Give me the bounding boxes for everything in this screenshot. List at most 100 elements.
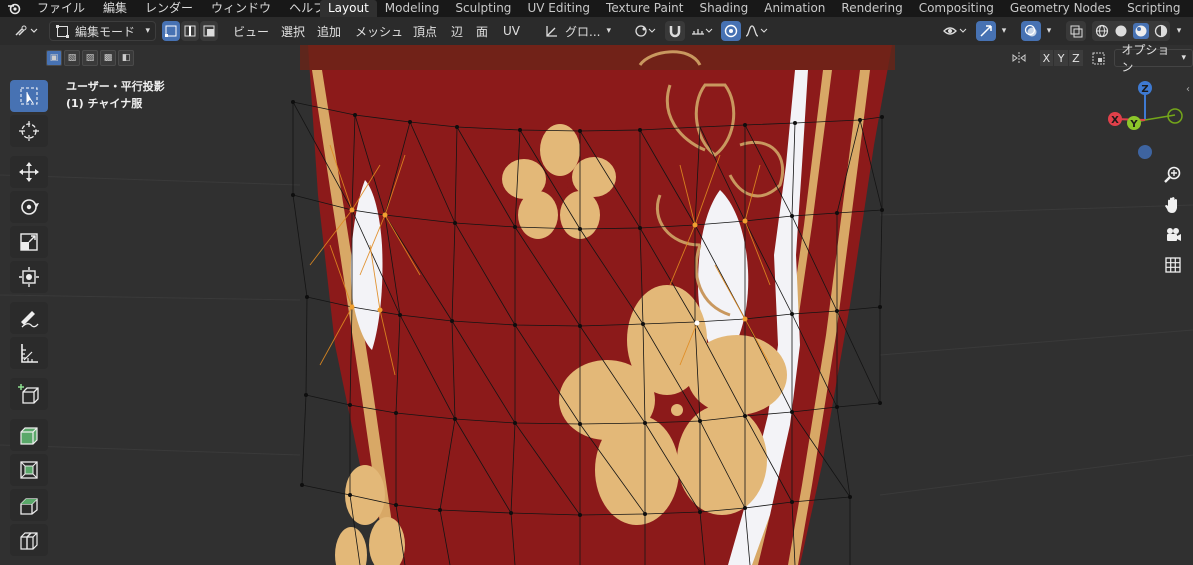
topology-mirror-icon[interactable]	[1090, 49, 1107, 67]
inset-tool[interactable]	[10, 454, 48, 486]
tab-sculpting[interactable]: Sculpting	[447, 0, 519, 17]
tab-geometry-nodes[interactable]: Geometry Nodes	[1002, 0, 1119, 17]
menu-vertex[interactable]: 頂点	[413, 21, 437, 41]
select-invert-icon[interactable]: ▩	[100, 50, 116, 66]
face-select-icon	[203, 25, 215, 37]
menu-edit[interactable]: 編集	[94, 0, 136, 17]
xray-toggle-button[interactable]	[1066, 21, 1086, 41]
pan-button[interactable]	[1160, 192, 1186, 218]
add-cube-tool[interactable]	[10, 378, 48, 410]
mirror-y-toggle[interactable]: Y	[1054, 50, 1069, 66]
bevel-icon	[20, 498, 38, 515]
menu-face[interactable]: 面	[476, 21, 488, 41]
mirror-z-toggle[interactable]: Z	[1069, 50, 1083, 66]
mirror-icon	[1011, 49, 1028, 67]
measure-tool[interactable]	[10, 337, 48, 369]
navigation-gizmo[interactable]: X Z Y	[1103, 77, 1188, 162]
rotate-tool[interactable]	[10, 191, 48, 223]
orientation-label: グロ...	[565, 24, 601, 39]
3d-viewport[interactable]: ユーザー・平行投影 (1) チャイナ服	[0, 45, 1193, 565]
zoom-icon	[1164, 166, 1181, 183]
sidebar-toggle-icon[interactable]: ‹	[1186, 84, 1190, 95]
edge-select-button[interactable]	[181, 21, 199, 41]
inset-icon	[20, 461, 38, 479]
ortho-toggle-button[interactable]	[1160, 252, 1186, 278]
menu-window[interactable]: ウィンドウ	[202, 0, 280, 17]
shading-dropdown[interactable]: ▾	[1172, 21, 1186, 41]
overlay-toggle-button[interactable]	[1021, 21, 1041, 41]
selection-mode-row: ▣ ▧ ▨ ▩ ◧	[46, 48, 136, 68]
tab-scripting[interactable]: Scripting	[1119, 0, 1188, 17]
chevron-down-icon: ▾	[1176, 26, 1182, 36]
negative-z-axis-handle[interactable]	[1138, 145, 1152, 159]
tab-shading[interactable]: Shading	[691, 0, 756, 17]
viewport-info: ユーザー・平行投影 (1) チャイナ服	[66, 78, 165, 112]
wireframe-shading-icon[interactable]	[1095, 24, 1109, 38]
select-new-icon[interactable]: ▣	[46, 50, 62, 66]
menu-render[interactable]: レンダー	[136, 0, 202, 17]
loop-cut-tool[interactable]	[10, 524, 48, 556]
snap-toggle-button[interactable]	[665, 21, 685, 41]
pivot-point-button[interactable]	[630, 21, 660, 41]
zoom-button[interactable]	[1160, 162, 1186, 188]
camera-view-button[interactable]	[1160, 222, 1186, 248]
menu-uv[interactable]: UV	[503, 21, 520, 41]
menu-file[interactable]: ファイル	[28, 0, 94, 17]
select-subtract-icon[interactable]: ▨	[82, 50, 98, 66]
menu-add[interactable]: 追加	[317, 21, 341, 41]
vertex-select-button[interactable]	[162, 21, 180, 41]
gizmo-icon	[980, 25, 992, 37]
editor-type-icon	[15, 25, 38, 36]
overlay-icon	[1024, 24, 1037, 37]
select-extend-icon[interactable]: ▧	[64, 50, 80, 66]
scale-icon	[20, 233, 38, 251]
gizmo-toggle-button[interactable]	[976, 21, 996, 41]
solid-shading-icon[interactable]	[1114, 24, 1128, 38]
mode-select[interactable]: 編集モード ▾	[49, 21, 156, 41]
menu-edge[interactable]: 辺	[451, 21, 463, 41]
tab-uv-editing[interactable]: UV Editing	[519, 0, 598, 17]
add-workspace-button[interactable]: +	[1189, 0, 1193, 17]
chevron-down-icon: ▾	[606, 26, 611, 36]
chevron-down-icon: ▾	[1046, 26, 1052, 36]
top-menu-bar: ファイル 編集 レンダー ウィンドウ ヘルプ Layout Modeling S…	[0, 0, 1193, 17]
move-tool[interactable]	[10, 156, 48, 188]
select-box-tool[interactable]	[10, 80, 48, 112]
tab-animation[interactable]: Animation	[756, 0, 833, 17]
menu-select[interactable]: 選択	[281, 21, 305, 41]
blender-logo-icon[interactable]	[0, 3, 28, 15]
magnet-icon	[669, 26, 681, 38]
material-shading-icon[interactable]	[1132, 23, 1149, 39]
falloff-select[interactable]	[743, 21, 771, 41]
proportional-edit-button[interactable]	[721, 21, 741, 41]
x-axis-label: X	[1111, 115, 1119, 126]
annotate-tool[interactable]	[10, 302, 48, 334]
overlay-dropdown[interactable]: ▾	[1042, 21, 1056, 41]
editor-type-button[interactable]	[10, 21, 42, 41]
menu-mesh[interactable]: メッシュ	[355, 21, 403, 41]
tab-texture-paint[interactable]: Texture Paint	[598, 0, 691, 17]
snap-target-select[interactable]	[688, 21, 716, 41]
extrude-tool[interactable]	[10, 419, 48, 451]
tab-modeling[interactable]: Modeling	[377, 0, 448, 17]
options-dropdown[interactable]: オプション ▾	[1114, 43, 1193, 74]
mirror-x-toggle[interactable]: X	[1039, 50, 1054, 66]
tab-layout[interactable]: Layout	[320, 0, 377, 17]
scale-tool[interactable]	[10, 226, 48, 258]
tab-compositing[interactable]: Compositing	[911, 0, 1002, 17]
move-icon	[19, 162, 39, 182]
extrude-icon	[20, 427, 38, 445]
gizmo-dropdown[interactable]: ▾	[997, 21, 1011, 41]
bevel-tool[interactable]	[10, 489, 48, 521]
visibility-select[interactable]	[940, 21, 970, 41]
rendered-shading-icon[interactable]	[1154, 24, 1168, 38]
cursor-tool[interactable]	[10, 115, 48, 147]
select-intersect-icon[interactable]: ◧	[118, 50, 134, 66]
face-select-button[interactable]	[200, 21, 218, 41]
z-axis-label: Z	[1141, 84, 1148, 95]
menu-view[interactable]: ビュー	[233, 21, 269, 41]
vertex-select-icon	[165, 25, 177, 37]
transform-orientation-select[interactable]: グロ... ▾	[545, 21, 623, 41]
tab-rendering[interactable]: Rendering	[833, 0, 910, 17]
transform-tool[interactable]	[10, 261, 48, 293]
